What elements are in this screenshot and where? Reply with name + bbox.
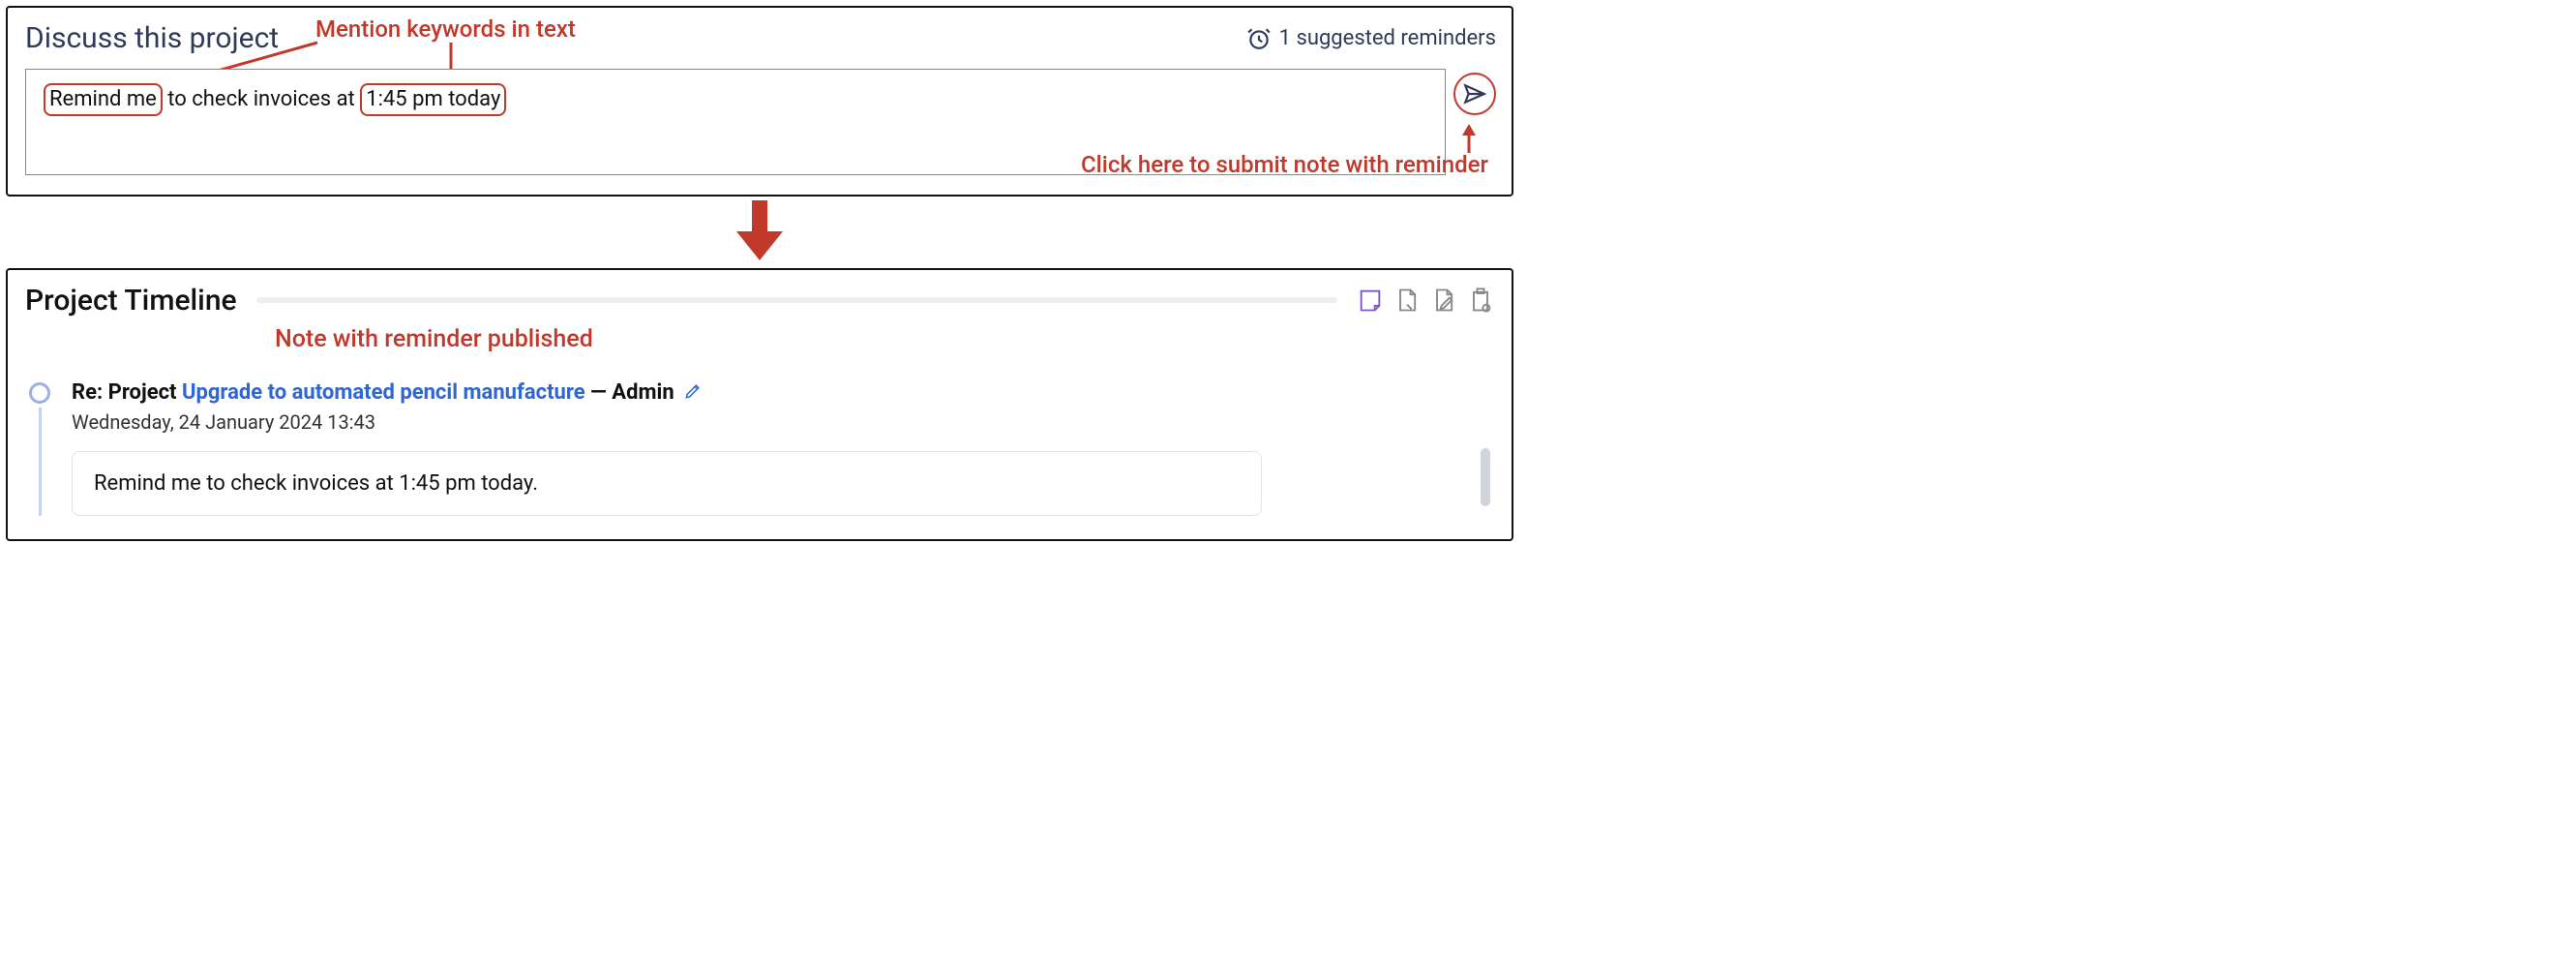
timeline-rule: [256, 297, 1337, 303]
keyword-time: 1:45 pm today: [360, 83, 506, 116]
entry-prefix: Re: Project: [72, 380, 182, 405]
entry-author: Admin: [612, 380, 674, 405]
note-mid-text: to check invoices at: [163, 87, 360, 111]
annotation-published: Note with reminder published: [275, 325, 1494, 353]
document-icon[interactable]: [1393, 287, 1421, 314]
edit-icon[interactable]: [683, 381, 703, 401]
send-icon: [1462, 81, 1487, 106]
entry-dash: —: [585, 380, 613, 405]
note-icon[interactable]: [1357, 287, 1384, 314]
entry-project-link[interactable]: Upgrade to automated pencil manufacture: [182, 380, 585, 405]
flow-down-arrow: [6, 200, 1513, 262]
annotation-submit: Click here to submit note with reminder: [1081, 151, 1488, 178]
discuss-header: Discuss this project 1 suggested reminde…: [25, 21, 1496, 55]
down-arrow-icon: [731, 200, 789, 262]
timeline-marker-dot: [29, 382, 50, 404]
annotation-keywords: Mention keywords in text: [315, 15, 576, 43]
timeline-toolbar: [1357, 287, 1494, 314]
suggested-reminders-label: 1 suggested reminders: [1279, 26, 1496, 50]
timeline-title: Project Timeline: [25, 284, 237, 318]
entry-title: Re: Project Upgrade to automated pencil …: [72, 380, 1281, 405]
timeline-panel: Project Timeline Note with reminder publ…: [6, 268, 1513, 541]
timeline-marker: [25, 380, 54, 516]
clipboard-icon[interactable]: [1467, 287, 1494, 314]
entry-note-card: Remind me to check invoices at 1:45 pm t…: [72, 451, 1262, 516]
edit-document-icon[interactable]: [1430, 287, 1457, 314]
entry-date: Wednesday, 24 January 2024 13:43: [72, 410, 1281, 434]
timeline-marker-line: [39, 408, 42, 516]
suggested-reminders-link[interactable]: 1 suggested reminders: [1246, 26, 1496, 51]
timeline-header: Project Timeline: [25, 284, 1494, 318]
discuss-panel: Discuss this project 1 suggested reminde…: [6, 6, 1513, 197]
scrollbar[interactable]: [1481, 448, 1490, 506]
timeline-entry-body: Re: Project Upgrade to automated pencil …: [72, 380, 1281, 516]
keyword-remind-me: Remind me: [44, 83, 163, 116]
send-button[interactable]: [1453, 73, 1496, 115]
discuss-title: Discuss this project: [25, 21, 279, 55]
timeline-entry: Re: Project Upgrade to automated pencil …: [25, 380, 1494, 516]
alarm-clock-icon: [1246, 26, 1272, 51]
